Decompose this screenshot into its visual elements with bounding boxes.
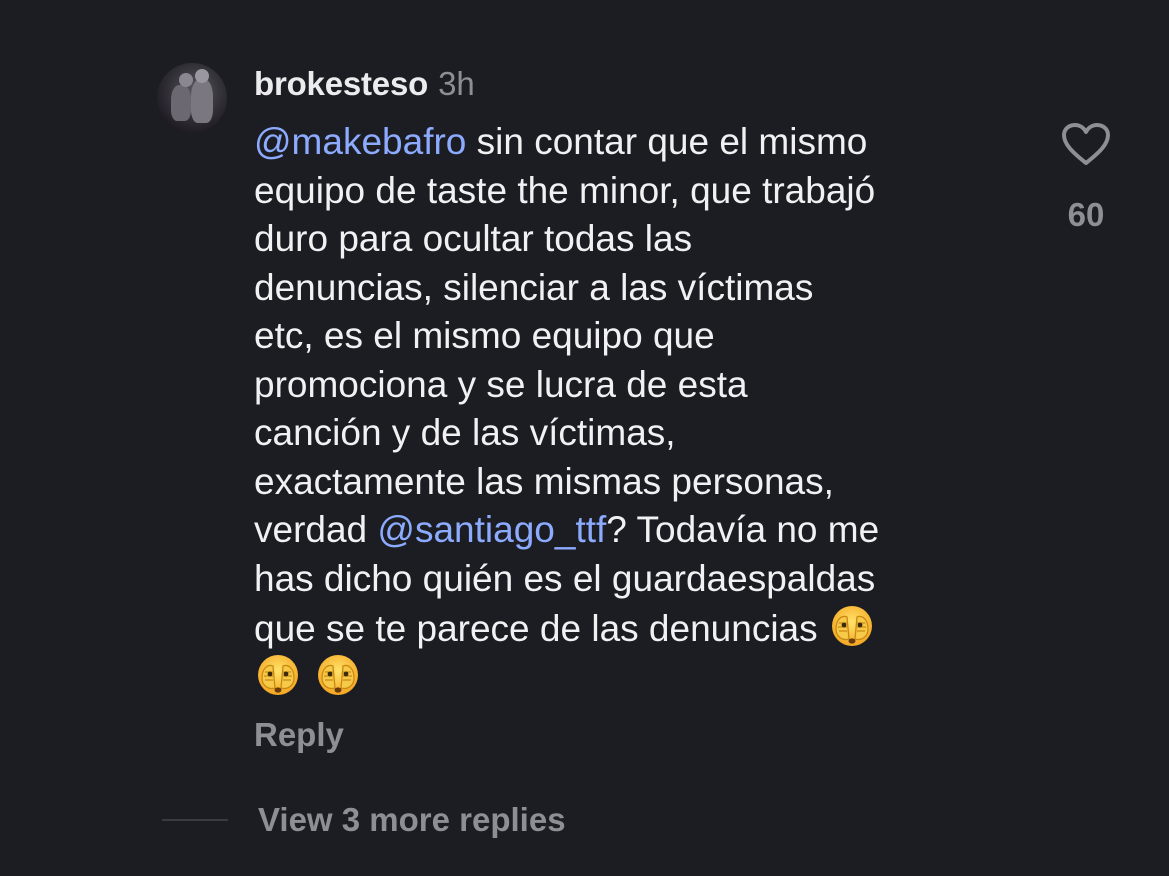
comment-text-segment: sin contar que el mismo (466, 121, 868, 162)
comment-header: brokesteso 3h (254, 62, 475, 106)
view-more-replies-button[interactable]: View 3 more replies (258, 801, 566, 839)
comment-text-line: canción y de las víctimas, (254, 409, 1034, 458)
mention-link[interactable]: @makebafro (254, 121, 466, 162)
heart-outline-icon[interactable] (1058, 118, 1114, 170)
comment-text-segment: que se te parece de las denuncias (254, 608, 828, 649)
avatar[interactable] (157, 63, 227, 133)
timestamp: 3h (438, 65, 475, 102)
comment-text-line: has dicho quién es el guardaespaldas (254, 555, 1034, 604)
comment-text-line: etc, es el mismo equipo que (254, 312, 1034, 361)
comment-text-line (254, 652, 1034, 701)
comment-text-line: exactamente las mismas personas, (254, 458, 1034, 507)
view-replies-row[interactable]: View 3 more replies (162, 798, 566, 842)
face-with-hands-over-eyes-icon (828, 603, 876, 651)
comment-text-line: denuncias, silenciar a las víctimas (254, 264, 1034, 313)
comment-text-segment: duro para ocultar todas las (254, 218, 693, 259)
comment-text-segment: exactamente las mismas personas, (254, 460, 834, 502)
comment-text-line: verdad @santiago_ttf? Todavía no me (254, 506, 1034, 555)
like-count: 60 (1067, 196, 1105, 233)
comment-text-segment: promociona y se lucra de esta (254, 363, 748, 405)
comment-text-line: duro para ocultar todas las (254, 215, 1034, 264)
comment-text-segment: canción y de las víctimas, (254, 412, 676, 453)
comment-text: @makebafro sin contar que el mismo equipo… (254, 118, 1034, 700)
face-with-hands-over-eyes-icon (314, 652, 362, 700)
comment-text-segment: ? Todavía no me (606, 509, 880, 550)
comment-text-segment: denuncias, silenciar a las víctimas (254, 266, 814, 308)
username[interactable]: brokesteso (254, 65, 428, 103)
comment: brokesteso 3h @makebafro sin contar que … (0, 0, 1169, 876)
replies-divider (162, 819, 228, 821)
comment-text-segment: verdad (254, 509, 378, 550)
mention-link[interactable]: @santiago_ttf (377, 509, 606, 550)
comment-text-segment: has dicho quién es el guardaespaldas (254, 557, 876, 599)
comment-text-segment: equipo de taste the minor, que trabajó (254, 169, 876, 211)
comment-text-line: equipo de taste the minor, que trabajó (254, 167, 1034, 216)
comment-text-segment: etc, es el mismo equipo que (254, 315, 715, 356)
comment-text-line: promociona y se lucra de esta (254, 361, 1034, 410)
reply-button[interactable]: Reply (254, 716, 344, 754)
face-with-hands-over-eyes-icon (254, 652, 302, 700)
comment-text-line: @makebafro sin contar que el mismo (254, 118, 1034, 167)
comment-text-line: que se te parece de las denuncias (254, 603, 1034, 652)
